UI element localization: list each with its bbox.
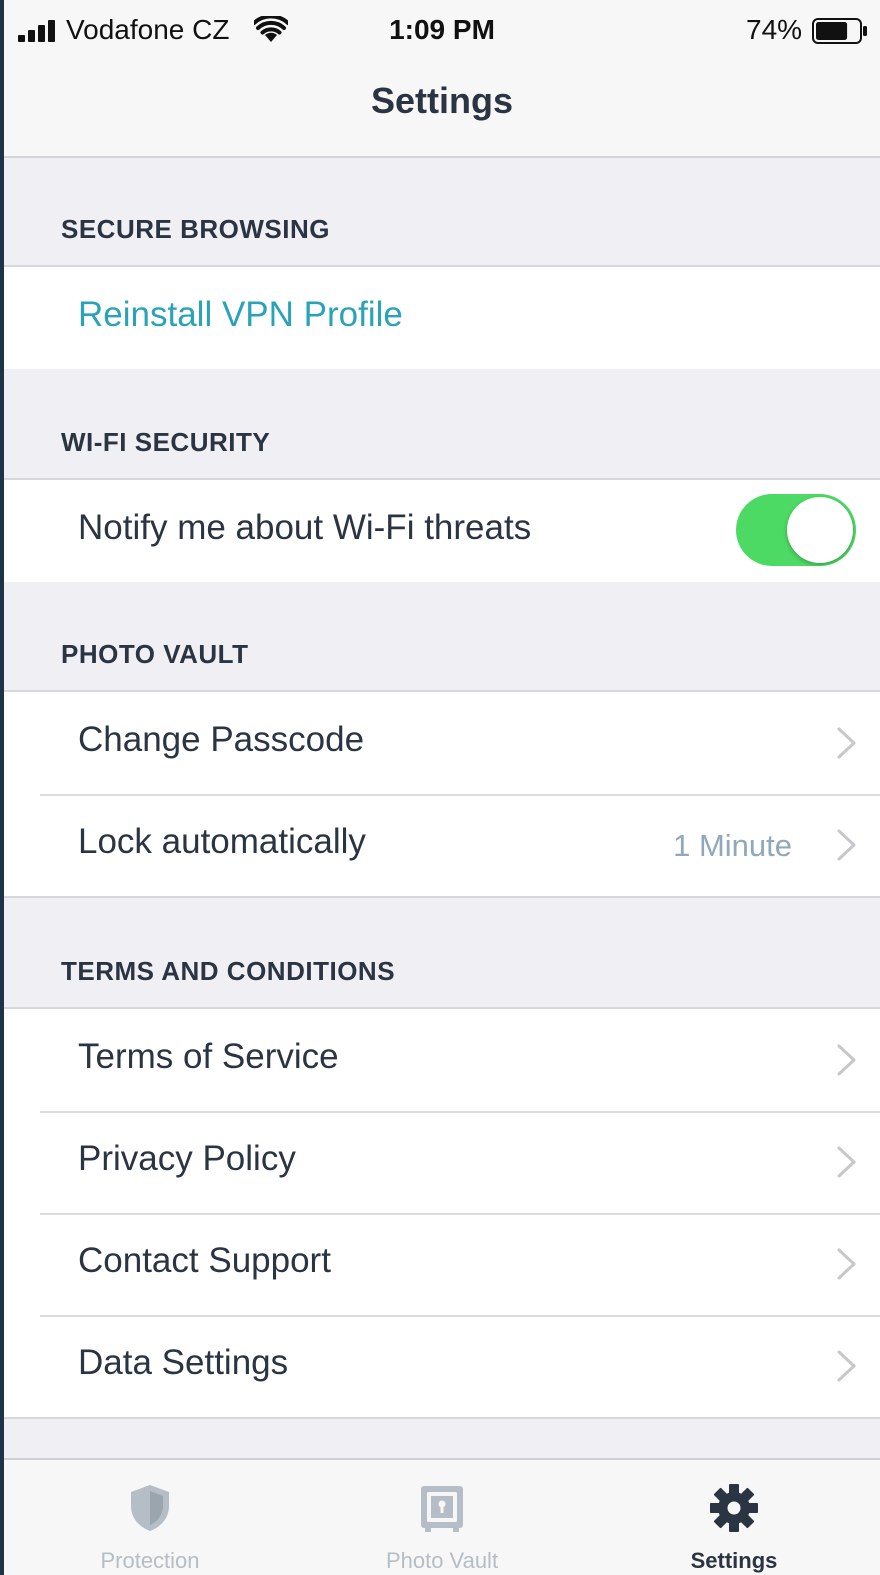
tab-bar: Protection Photo Vault Settings	[4, 1458, 880, 1575]
section-title: TERMS AND CONDITIONS	[61, 956, 396, 986]
group-wifi-security: Notify me about Wi-Fi threats	[4, 478, 880, 584]
section-header-wifi-security: WI-FI SECURITY	[4, 369, 880, 478]
wifi-threats-row: Notify me about Wi-Fi threats	[4, 480, 880, 582]
chevron-right-icon	[837, 727, 856, 759]
contact-support-row[interactable]: Contact Support	[4, 1213, 880, 1315]
terms-of-service-label: Terms of Service	[78, 1037, 339, 1076]
change-passcode-label: Change Passcode	[78, 720, 365, 759]
section-title: SECURE BROWSING	[61, 214, 330, 244]
navigation-bar: Settings	[4, 60, 880, 158]
reinstall-vpn-profile-row[interactable]: Reinstall VPN Profile	[4, 267, 880, 369]
tab-settings[interactable]: Settings	[588, 1460, 880, 1575]
data-settings-label: Data Settings	[78, 1343, 289, 1382]
privacy-policy-label: Privacy Policy	[78, 1139, 296, 1178]
vault-icon	[421, 1486, 463, 1532]
reinstall-vpn-profile-link[interactable]: Reinstall VPN Profile	[78, 295, 403, 335]
terms-of-service-row[interactable]: Terms of Service	[4, 1009, 880, 1111]
contact-support-label: Contact Support	[78, 1241, 331, 1280]
tab-label: Protection	[100, 1548, 200, 1573]
change-passcode-row[interactable]: Change Passcode	[4, 692, 880, 794]
section-header-photo-vault: PHOTO VAULT	[4, 582, 880, 690]
chevron-right-icon	[837, 1146, 856, 1178]
chevron-right-icon	[837, 1044, 856, 1076]
status-bar: Vodafone CZ 1:09 PM 74%	[4, 0, 880, 60]
section-title: PHOTO VAULT	[61, 639, 249, 669]
chevron-right-icon	[837, 829, 856, 861]
lock-automatically-value: 1 Minute	[673, 828, 792, 863]
lock-automatically-label: Lock automatically	[78, 822, 366, 861]
section-header-terms: TERMS AND CONDITIONS	[4, 898, 880, 1007]
chevron-right-icon	[837, 1350, 856, 1382]
page-title: Settings	[370, 80, 513, 121]
toggle-knob	[787, 497, 853, 563]
section-header-secure-browsing: SECURE BROWSING	[4, 158, 880, 265]
shield-icon	[131, 1485, 169, 1531]
group-terms: Terms of Service Privacy Policy Contact …	[4, 1007, 880, 1419]
group-secure-browsing: Reinstall VPN Profile	[4, 265, 880, 371]
tab-photo-vault[interactable]: Photo Vault	[296, 1460, 588, 1575]
tab-protection[interactable]: Protection	[4, 1460, 296, 1575]
gear-icon	[710, 1484, 758, 1532]
data-settings-row[interactable]: Data Settings	[4, 1315, 880, 1417]
group-photo-vault: Change Passcode Lock automatically 1 Min…	[4, 690, 880, 898]
battery-percent: 74%	[746, 14, 803, 45]
lock-automatically-row[interactable]: Lock automatically 1 Minute	[4, 794, 880, 896]
privacy-policy-row[interactable]: Privacy Policy	[4, 1111, 880, 1213]
wifi-threats-toggle[interactable]	[736, 494, 856, 566]
tab-label: Settings	[690, 1548, 778, 1573]
settings-screen: Vodafone CZ 1:09 PM 74% Settings SECURE …	[4, 0, 880, 1575]
chevron-right-icon	[837, 1248, 856, 1280]
battery-fill	[816, 22, 848, 40]
wifi-threats-label: Notify me about Wi-Fi threats	[78, 508, 532, 547]
tab-label: Photo Vault	[385, 1548, 499, 1573]
section-title: WI-FI SECURITY	[61, 427, 271, 457]
battery-icon	[812, 18, 867, 44]
